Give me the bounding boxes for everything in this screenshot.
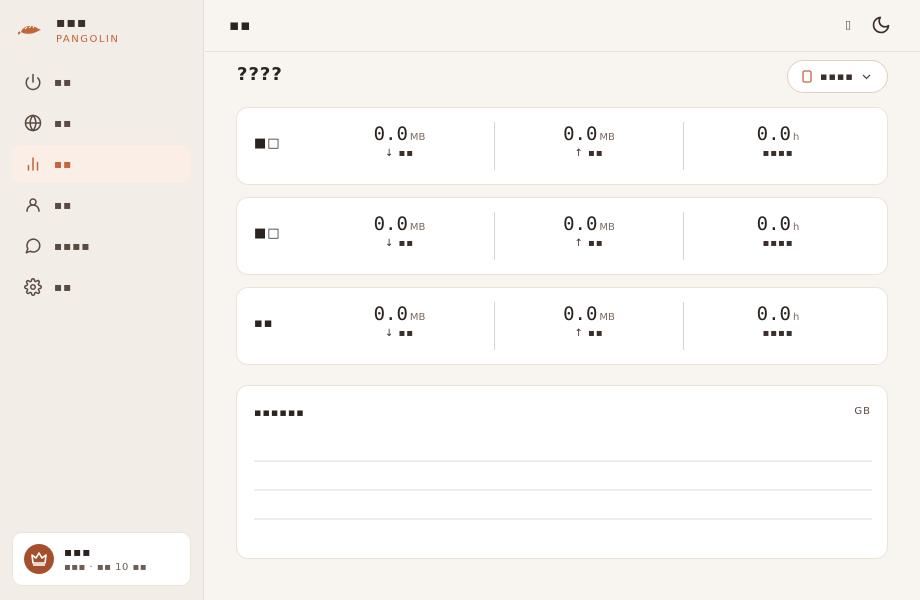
gear-icon (24, 278, 42, 296)
usage-chart (254, 460, 872, 520)
duration-value: 0.0 (756, 123, 791, 145)
download-unit: MB (409, 132, 426, 143)
download-label: ↓ ▪▪ (384, 328, 415, 339)
download-value: 0.0 (373, 303, 408, 325)
usage-chart-card: ▪▪▪▪▪▪ GB (236, 385, 888, 559)
pangolin-logo-icon (18, 25, 41, 35)
download-value: 0.0 (373, 213, 408, 235)
upload-label: ↑ ▪▪ (574, 328, 604, 339)
crown-icon (31, 552, 47, 566)
upload-unit: MB (599, 222, 615, 233)
user-meta: ▪▪▪ · ▪▪ 10 ▪▪ (64, 562, 148, 573)
header-title: ▪▪ (229, 16, 252, 34)
download-unit: MB (409, 312, 426, 323)
upload-label: ↑ ▪▪ (574, 238, 604, 249)
download-unit: MB (409, 222, 426, 233)
brand[interactable]: ▪▪▪ PANGOLIN (18, 14, 119, 45)
period-label: ▪▪ (254, 316, 274, 331)
download-label: ↓ ▪▪ (384, 148, 415, 159)
duration-label: ▪▪▪▪ (762, 148, 794, 159)
download-stat: 0.0 MB ↓ ▪▪ (305, 122, 494, 170)
power-icon (25, 73, 41, 91)
download-stat: 0.0 MB ↓ ▪▪ (305, 212, 494, 260)
download-stat: 0.0 MB ↓ ▪▪ (305, 302, 494, 350)
sidebar: ▪▪▪ PANGOLIN ▪▪ ▪▪ ▪▪ ▪▪ ▪▪▪▪ ▪▪ ▪▪▪ ▪▪▪… (0, 0, 204, 600)
sidebar-item-settings[interactable]: ▪▪ (12, 268, 191, 306)
device-select[interactable]: ▪▪▪▪ (787, 60, 888, 93)
sidebar-item-network[interactable]: ▪▪ (12, 104, 191, 142)
duration-unit: h (792, 132, 800, 143)
avatar (24, 544, 54, 574)
upload-label: ↑ ▪▪ (574, 148, 604, 159)
duration-label: ▪▪▪▪ (762, 238, 794, 249)
language-button[interactable]: ▯ (845, 18, 851, 31)
sidebar-item-account[interactable]: ▪▪ (12, 186, 191, 224)
user-card[interactable]: ▪▪▪ ▪▪▪ · ▪▪ 10 ▪▪ (12, 532, 191, 586)
upload-unit: MB (599, 312, 615, 323)
upload-value: 0.0 (563, 123, 598, 145)
brand-subtitle: PANGOLIN (56, 34, 120, 45)
user-name: ▪▪▪ (64, 545, 92, 559)
message-icon (25, 238, 41, 254)
duration-unit: h (792, 312, 800, 323)
sidebar-item-stats[interactable]: ▪▪ (12, 145, 191, 183)
upload-unit: MB (599, 132, 615, 143)
moon-icon[interactable] (871, 15, 891, 35)
sidebar-item-label: ▪▪ (54, 75, 73, 89)
sidebar-item-label: ▪▪ (54, 198, 73, 212)
sidebar-item-label: ▪▪ (54, 280, 73, 294)
stats-card: ■□ 0.0 MB ↓ ▪▪ 0.0 MB ↑ ▪▪ 0.0 h ▪▪▪▪ (236, 197, 888, 275)
duration-value: 0.0 (756, 303, 791, 325)
period-label: ■□ (254, 136, 281, 151)
duration-value: 0.0 (756, 213, 791, 235)
sidebar-item-label: ▪▪ (54, 157, 73, 171)
upload-stat: 0.0 MB ↑ ▪▪ (494, 212, 683, 260)
download-label: ↓ ▪▪ (384, 238, 415, 249)
upload-value: 0.0 (563, 213, 598, 235)
upload-value: 0.0 (563, 303, 598, 325)
brand-name: ▪▪▪ (56, 15, 88, 31)
upload-stat: 0.0 MB ↑ ▪▪ (494, 302, 683, 350)
duration-unit: h (792, 222, 800, 233)
phone-icon (802, 70, 812, 83)
device-select-label: ▪▪▪▪ (820, 70, 854, 83)
bar-chart-icon (27, 157, 39, 171)
sidebar-item-label: ▪▪ (54, 116, 73, 130)
sidebar-item-power[interactable]: ▪▪ (12, 63, 191, 101)
duration-label: ▪▪▪▪ (762, 328, 794, 339)
duration-stat: 0.0 h ▪▪▪▪ (683, 302, 872, 350)
upload-stat: 0.0 MB ↑ ▪▪ (494, 122, 683, 170)
sidebar-item-label: ▪▪▪▪ (54, 239, 91, 253)
top-bar: ▪▪ ▯ (205, 0, 920, 52)
globe-icon (24, 114, 42, 132)
page-title: ???? (237, 64, 283, 85)
duration-stat: 0.0 h ▪▪▪▪ (683, 212, 872, 260)
chevron-down-icon (862, 74, 871, 79)
sidebar-item-messages[interactable]: ▪▪▪▪ (12, 227, 191, 265)
user-icon (26, 198, 40, 212)
stats-card: ▪▪ 0.0 MB ↓ ▪▪ 0.0 MB ↑ ▪▪ 0.0 h ▪▪▪▪ (236, 287, 888, 365)
stats-card: ■□ 0.0 MB ↓ ▪▪ 0.0 MB ↑ ▪▪ 0.0 h ▪▪▪▪ (236, 107, 888, 185)
duration-stat: 0.0 h ▪▪▪▪ (683, 122, 872, 170)
period-label: ■□ (254, 226, 281, 241)
download-value: 0.0 (373, 123, 408, 145)
sidebar-nav: ▪▪ ▪▪ ▪▪ ▪▪ ▪▪▪▪ ▪▪ (12, 63, 191, 309)
